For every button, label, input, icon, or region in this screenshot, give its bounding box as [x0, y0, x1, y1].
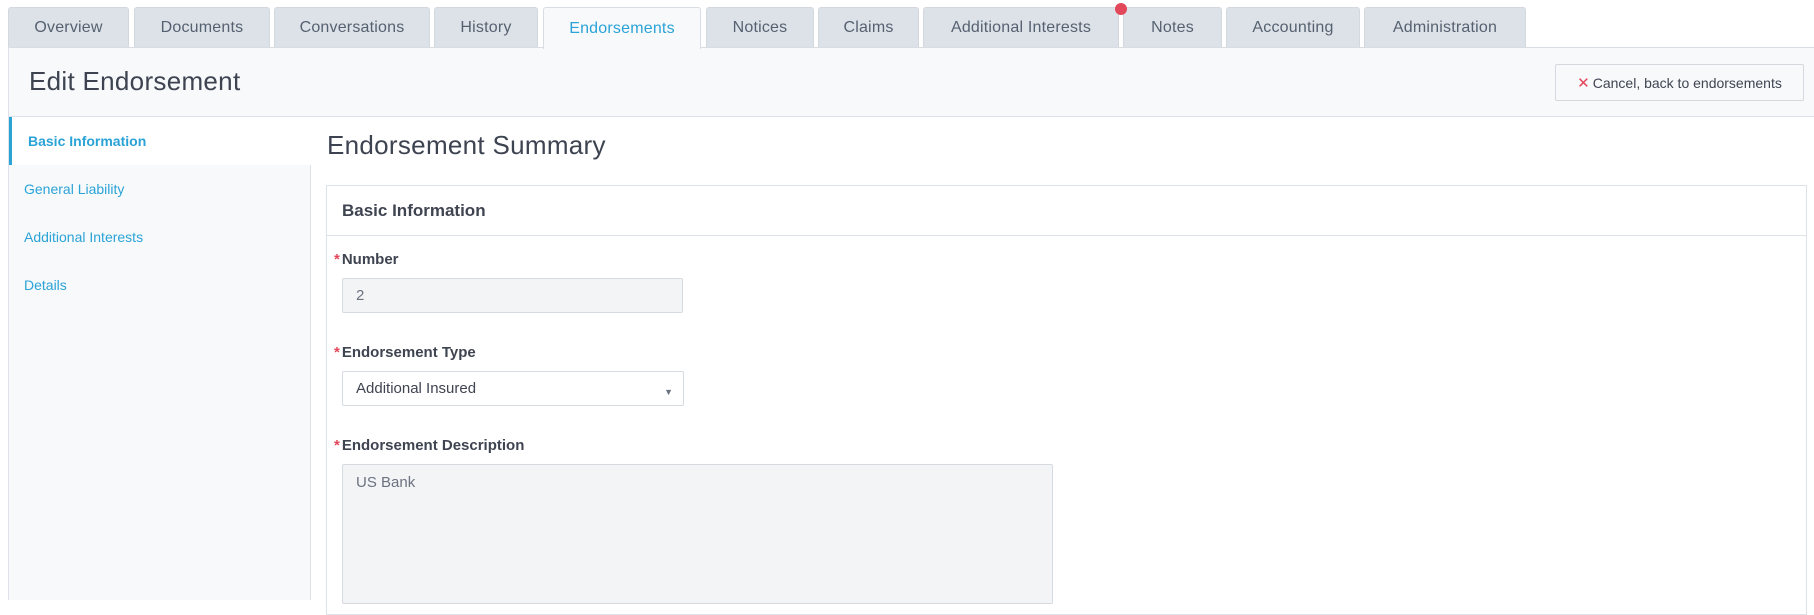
tab-accounting[interactable]: Accounting [1226, 7, 1360, 48]
tab-administration[interactable]: Administration [1364, 7, 1526, 48]
tab-notices[interactable]: Notices [706, 7, 814, 48]
sidebar-item-label: Additional Interests [24, 229, 144, 245]
sidebar-item-details[interactable]: Details [9, 261, 311, 309]
page-title: Edit Endorsement [29, 66, 241, 96]
sidebar-item-label: General Liability [24, 181, 125, 197]
endorsement-type-select[interactable]: Additional Insured ▼ [342, 371, 684, 406]
tab-conversations[interactable]: Conversations [274, 7, 430, 48]
tab-claims[interactable]: Claims [818, 7, 919, 48]
sidebar-item-label: Details [24, 277, 67, 293]
endorsement-description-label: * Endorsement Description [334, 437, 524, 454]
sidebar-item-label: Basic Information [28, 133, 147, 149]
number-label-text: Number [341, 251, 399, 268]
basic-information-panel: Basic Information * Number 2 * Endorsement… [326, 185, 1807, 615]
tab-notes[interactable]: Notes [1123, 7, 1222, 48]
required-marker: * [334, 437, 340, 454]
section-title: Endorsement Summary [327, 130, 606, 160]
tab-history[interactable]: History [434, 7, 538, 48]
endorsement-description-textarea[interactable]: US Bank [342, 464, 1053, 604]
sidebar: Basic Information General Liability Addi… [8, 117, 311, 600]
endorsement-description-label-text: Endorsement Description [341, 437, 525, 454]
page-header: Edit Endorsement ✕ Cancel, back to endor… [8, 47, 1814, 117]
tab-overview[interactable]: Overview [8, 7, 129, 48]
tab-documents[interactable]: Documents [134, 7, 270, 48]
number-label: * Number [334, 251, 399, 268]
sidebar-item-general-liability[interactable]: General Liability [9, 165, 311, 213]
cancel-back-button[interactable]: ✕ Cancel, back to endorsements [1555, 64, 1804, 101]
number-field[interactable]: 2 [342, 278, 683, 313]
tab-endorsements[interactable]: Endorsements [543, 7, 701, 49]
required-marker: * [334, 344, 340, 361]
cancel-back-label: Cancel, back to endorsements [1592, 74, 1782, 91]
sidebar-item-additional-interests[interactable]: Additional Interests [9, 213, 311, 261]
required-marker: * [334, 251, 340, 268]
tab-additional-interests[interactable]: Additional Interests [923, 7, 1119, 48]
endorsement-type-label-text: Endorsement Type [341, 344, 476, 361]
tab-bar: Overview Documents Conversations History… [0, 0, 1814, 49]
caret-down-icon: ▼ [664, 387, 673, 397]
endorsement-type-value: Additional Insured [356, 380, 477, 397]
close-icon: ✕ [1577, 74, 1590, 92]
notification-dot [1115, 3, 1127, 15]
sidebar-item-basic-information[interactable]: Basic Information [9, 117, 311, 165]
endorsement-type-label: * Endorsement Type [334, 344, 476, 361]
panel-title: Basic Information [327, 186, 1806, 236]
